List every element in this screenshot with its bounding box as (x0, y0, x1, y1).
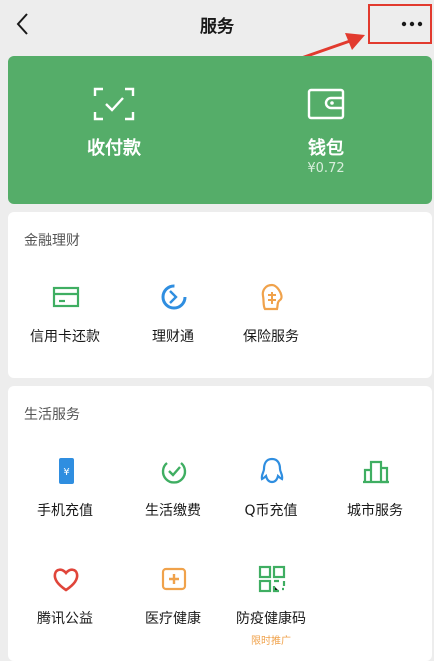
section-title: 金融理财 (24, 233, 80, 249)
item-label: 城市服务 (347, 503, 403, 519)
medical-health-button[interactable]: 医疗健康 (120, 564, 226, 654)
item-label: 手机充值 (37, 503, 93, 519)
wallet-label: 钱包 (308, 138, 344, 159)
medical-icon (161, 567, 187, 591)
item-label: 信用卡还款 (30, 329, 100, 345)
top-nav-bar: 服务 (0, 0, 434, 50)
qq-coin-topup-button[interactable]: Q币充值 (218, 456, 324, 546)
phone-topup-button[interactable]: ¥ 手机充值 (12, 456, 118, 546)
health-code-icon (258, 565, 286, 593)
receive-pay-button[interactable]: 收付款 (8, 56, 220, 204)
bill-pay-icon (161, 462, 187, 484)
wallet-icon (307, 88, 345, 120)
charity-icon (53, 568, 79, 592)
promo-tag: 限时推广 (251, 636, 291, 647)
section-title: 生活服务 (24, 407, 80, 423)
health-code-button[interactable]: 防疫健康码 限时推广 (218, 564, 324, 654)
receive-pay-label: 收付款 (87, 138, 141, 159)
bill-pay-button[interactable]: 生活缴费 (120, 456, 226, 546)
payment-wallet-panel: 收付款 钱包 ¥0.72 (8, 56, 432, 204)
wallet-button[interactable]: 钱包 ¥0.72 (220, 56, 432, 204)
item-label: 生活缴费 (145, 503, 201, 519)
insurance-button[interactable]: 保险服务 (218, 282, 324, 372)
phone-topup-icon: ¥ (59, 458, 74, 484)
more-options-button[interactable] (368, 4, 432, 44)
item-label: 防疫健康码 (236, 611, 306, 627)
item-label: 理财通 (152, 329, 194, 345)
wealth-button[interactable]: 理财通 (120, 282, 226, 372)
more-dots-icon (401, 21, 423, 27)
svg-text:¥: ¥ (63, 467, 69, 478)
item-label: 腾讯公益 (37, 611, 93, 627)
item-label: 医疗健康 (145, 611, 201, 627)
city-service-icon (363, 460, 389, 484)
credit-card-icon (52, 286, 80, 308)
scan-check-icon (93, 87, 135, 121)
qq-coin-icon (260, 457, 284, 484)
item-label: 保险服务 (243, 329, 299, 345)
city-service-button[interactable]: 城市服务 (322, 456, 428, 546)
finance-section: 金融理财 信用卡还款 理财通 保险服务 (8, 212, 432, 378)
wealth-icon (161, 284, 187, 310)
credit-card-repay-button[interactable]: 信用卡还款 (12, 282, 118, 372)
wallet-balance: ¥0.72 (307, 161, 345, 176)
item-label: Q币充值 (244, 503, 298, 519)
life-services-section: 生活服务 ¥ 手机充值 生活缴费 Q币充值 城市服务 腾讯公益 医疗健康 防疫健… (8, 386, 432, 661)
charity-button[interactable]: 腾讯公益 (12, 564, 118, 654)
insurance-icon (261, 283, 283, 311)
